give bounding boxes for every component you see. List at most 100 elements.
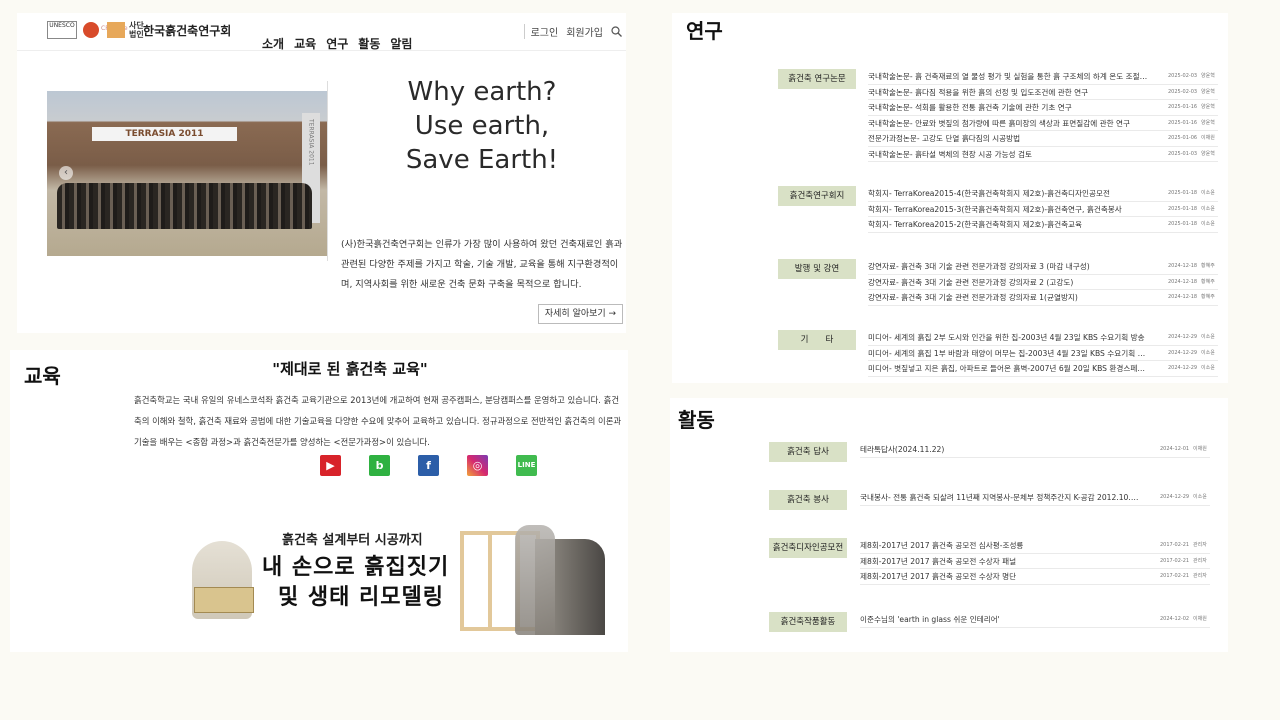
list-item[interactable]: 제8회-2017년 2017 흙건축 공모전 수상자 명단 2017-02-21 관… (860, 569, 1210, 585)
unesco-logo[interactable]: UNESCO (47, 21, 77, 39)
post-title[interactable]: 학회지- TerraKorea2015-3(한국흙건축학회지 제2호)-흙건축연… (868, 202, 1148, 217)
category-tag[interactable]: 흙건축 봉사 (769, 490, 847, 510)
post-author: 이소윤 (1193, 494, 1207, 500)
list-item[interactable]: 학회지- TerraKorea2015-3(한국흙건축학회지 제2호)-흙건축연… (868, 202, 1218, 217)
category-tag[interactable]: 흙건축 연구논문 (778, 69, 856, 89)
slide-prev-icon[interactable]: ‹ (59, 166, 73, 180)
post-date: 2025-02-03 (1168, 88, 1198, 95)
list-item[interactable]: 제8회-2017년 2017 흙건축 공모전 수상자 패널 2017-02-21 관… (860, 554, 1210, 569)
post-date: 2024-12-18 (1168, 278, 1198, 285)
post-list: 국내학술논문- 흙 건축재료의 열 물성 평가 및 실험을 통한 흙 구조체의 … (868, 69, 1218, 162)
post-title[interactable]: 제8회-2017년 2017 흙건축 공모전 수상자 패널 (860, 554, 1140, 569)
list-item[interactable]: 미디어- 볏짚넣고 지은 흙집, 아파트로 들어온 흙벽-2007년 6월 20… (868, 361, 1218, 377)
list-item[interactable]: 미디어- 세계의 흙집 2부 도시와 인간을 위한 집-2003년 4월 23일… (868, 330, 1218, 346)
list-item[interactable]: 강연자료- 흙건축 3대 기술 관련 전문가과정 강의자료 1(균열방지) 202… (868, 290, 1218, 306)
post-author: 관리자 (1193, 573, 1207, 579)
post-date: 2024-12-29 (1160, 494, 1190, 500)
list-item[interactable]: 이준수님의 'earth in glass 쉬운 인테리어' 2024-12-02… (860, 612, 1210, 628)
photo-pillar-text: TERRASIA 2011 (307, 119, 315, 166)
nav-item-notice[interactable]: 알림 (390, 35, 412, 52)
post-author: 이소윤 (1201, 190, 1215, 196)
category-tag[interactable]: 흙건축디자인공모전 (769, 538, 847, 558)
list-item[interactable]: 국내학술논문- 흙 건축재료의 열 물성 평가 및 실험을 통한 흙 구조체의 … (868, 69, 1218, 85)
list-item[interactable]: 강연자료- 흙건축 3대 기술 관련 전문가과정 강의자료 2 (고강도) 202… (868, 275, 1218, 290)
instagram-icon[interactable]: ◎ (467, 455, 488, 476)
post-title[interactable]: 강연자료- 흙건축 3대 기술 관련 전문가과정 강의자료 1(균열방지) (868, 290, 1148, 305)
post-title[interactable]: 학회지- TerraKorea2015-4(한국흙건축학회지 제2호)-흙건축디… (868, 186, 1148, 201)
header-actions: 로그인 회원가입 (523, 24, 622, 39)
post-author: 이채원 (1201, 135, 1215, 141)
category-tag[interactable]: 기 타 (778, 330, 856, 350)
post-title[interactable]: 국내학술논문- 흙타설 벽체의 현장 시공 가능성 검토 (868, 147, 1148, 162)
post-date: 2025-01-03 (1168, 150, 1198, 157)
list-item[interactable]: 학회지- TerraKorea2015-2(한국흙건축학회지 제2호)-흙건축교… (868, 217, 1218, 233)
list-item[interactable]: 국내학술논문- 흙다짐 적용을 위한 흙의 선정 및 입도조건에 관한 연구 20… (868, 85, 1218, 100)
list-item[interactable]: 국내봉사- 전통 흙건축 되살려 11년째 지역봉사-문체부 정책주간지 K-공… (860, 490, 1210, 506)
post-title[interactable]: 제8회-2017년 2017 흙건축 공모전 심사평-조성룡 (860, 538, 1140, 553)
post-title[interactable]: 국내학술논문- 석회를 활용한 전통 흙건축 기술에 관한 기초 연구 (868, 100, 1148, 115)
post-author: 이소윤 (1201, 205, 1215, 212)
post-author: 이소윤 (1201, 334, 1215, 340)
nav-item-about[interactable]: 소개 (262, 35, 284, 52)
category-tag[interactable]: 흙건축연구회지 (778, 186, 856, 206)
category-tag[interactable]: 흙건축작품활동 (769, 612, 847, 632)
post-title[interactable]: 미디어- 세계의 흙집 1부 바람과 태양이 머무는 집-2003년 4월 23… (868, 346, 1148, 361)
banner-line-2: 내 손으로 흙집짓기 (262, 555, 450, 580)
list-item[interactable]: 국내학술논문- 석회를 활용한 전통 흙건축 기술에 관한 기초 연구 2025-… (868, 100, 1218, 116)
post-date: 2024-12-18 (1168, 263, 1198, 269)
nav-item-education[interactable]: 교육 (294, 35, 316, 52)
list-item[interactable]: 테라톡답사(2024.11.22) 2024-12-01 이채원 (860, 442, 1210, 458)
post-date: 2025-01-18 (1168, 190, 1198, 196)
post-author: 양윤혁 (1201, 119, 1215, 126)
builder-illustration (515, 525, 555, 635)
youtube-icon[interactable]: ▶ (320, 455, 341, 476)
org-name-logo[interactable]: 한국흙건축연구회 (143, 22, 231, 39)
list-item[interactable]: 미디어- 세계의 흙집 1부 바람과 태양이 머무는 집-2003년 4월 23… (868, 346, 1218, 361)
research-title: 연구 (686, 19, 723, 43)
list-item[interactable]: 국내학술논문- 흙타설 벽체의 현장 시공 가능성 검토 2025-01-03 양윤… (868, 147, 1218, 162)
list-item[interactable]: 전문가과정논문- 고강도 단열 흙다짐의 시공방법 2025-01-06 이채원 (868, 131, 1218, 147)
list-item[interactable]: 강연자료- 흙건축 3대 기술 관련 전문가과정 강의자료 3 (마감 내구성)… (868, 259, 1218, 275)
post-title[interactable]: 미디어- 볏짚넣고 지은 흙집, 아파트로 들어온 흙벽-2007년 6월 20… (868, 361, 1148, 376)
education-title: 교육 (24, 364, 61, 388)
post-title[interactable]: 테라톡답사(2024.11.22) (860, 442, 1140, 457)
signup-link[interactable]: 회원가입 (566, 24, 603, 39)
post-title[interactable]: 국내학술논문- 안료와 볏짚의 첨가량에 따른 흙미장의 색상과 표면질감에 관… (868, 116, 1148, 131)
learn-more-button[interactable]: 자세히 알아보기 → (538, 304, 623, 324)
post-title[interactable]: 학회지- TerraKorea2015-2(한국흙건축학회지 제2호)-흙건축교… (868, 217, 1148, 232)
login-link[interactable]: 로그인 (523, 24, 558, 39)
post-title[interactable]: 강연자료- 흙건축 3대 기술 관련 전문가과정 강의자료 2 (고강도) (868, 275, 1148, 290)
post-title[interactable]: 전문가과정논문- 고강도 단열 흙다짐의 시공방법 (868, 131, 1148, 146)
facebook-icon[interactable]: f (418, 455, 439, 476)
list-item[interactable]: 국내학술논문- 안료와 볏짚의 첨가량에 따른 흙미장의 색상과 표면질감에 관… (868, 116, 1218, 131)
post-author: 관리자 (1193, 542, 1207, 548)
post-date: 2025-01-18 (1168, 205, 1198, 212)
post-title[interactable]: 제8회-2017년 2017 흙건축 공모전 수상자 명단 (860, 569, 1140, 584)
post-date: 2024-12-29 (1168, 349, 1198, 356)
wood-block-illustration (194, 587, 254, 613)
post-title[interactable]: 국내학술논문- 흙 건축재료의 열 물성 평가 및 실험을 통한 흙 구조체의 … (868, 69, 1148, 84)
post-title[interactable]: 국내봉사- 전통 흙건축 되살려 11년째 지역봉사-문체부 정책주간지 K-공… (860, 490, 1140, 505)
category-tag[interactable]: 발행 및 강연 (778, 259, 856, 279)
search-icon[interactable] (611, 26, 622, 37)
slogan-line: Use earth, (414, 111, 550, 141)
nav-item-activity[interactable]: 활동 (358, 35, 380, 52)
post-title[interactable]: 국내학술논문- 흙다짐 적용을 위한 흙의 선정 및 입도조건에 관한 연구 (868, 85, 1148, 100)
intro-panel: UNESCO CRAterre 사단 법인 한국흙건축연구회 소개 교육 연구 … (17, 13, 626, 333)
list-item[interactable]: 제8회-2017년 2017 흙건축 공모전 심사평-조성룡 2017-02-21… (860, 538, 1210, 554)
blog-icon[interactable]: b (369, 455, 390, 476)
post-title[interactable]: 이준수님의 'earth in glass 쉬운 인테리어' (860, 612, 1140, 627)
post-list: 학회지- TerraKorea2015-4(한국흙건축학회지 제2호)-흙건축디… (868, 186, 1218, 233)
post-title[interactable]: 미디어- 세계의 흙집 2부 도시와 인간을 위한 집-2003년 4월 23일… (868, 330, 1148, 345)
post-author: 양윤혁 (1201, 73, 1215, 79)
post-list: 제8회-2017년 2017 흙건축 공모전 심사평-조성룡 2017-02-21… (860, 538, 1210, 585)
post-title[interactable]: 강연자료- 흙건축 3대 기술 관련 전문가과정 강의자료 3 (마감 내구성) (868, 259, 1148, 274)
nav-item-research[interactable]: 연구 (326, 35, 348, 52)
photo-banner-text: TERRASIA 2011 (92, 127, 237, 141)
post-date: 2025-01-18 (1168, 221, 1198, 227)
course-banner[interactable]: 흙건축 설계부터 시공까지 내 손으로 흙집짓기 및 생태 리모델링 (190, 525, 610, 637)
category-tag[interactable]: 흙건축 답사 (769, 442, 847, 462)
post-author: 양윤혁 (1201, 88, 1215, 95)
line-icon[interactable]: LINE (516, 455, 537, 476)
list-item[interactable]: 학회지- TerraKorea2015-4(한국흙건축학회지 제2호)-흙건축디… (868, 186, 1218, 202)
